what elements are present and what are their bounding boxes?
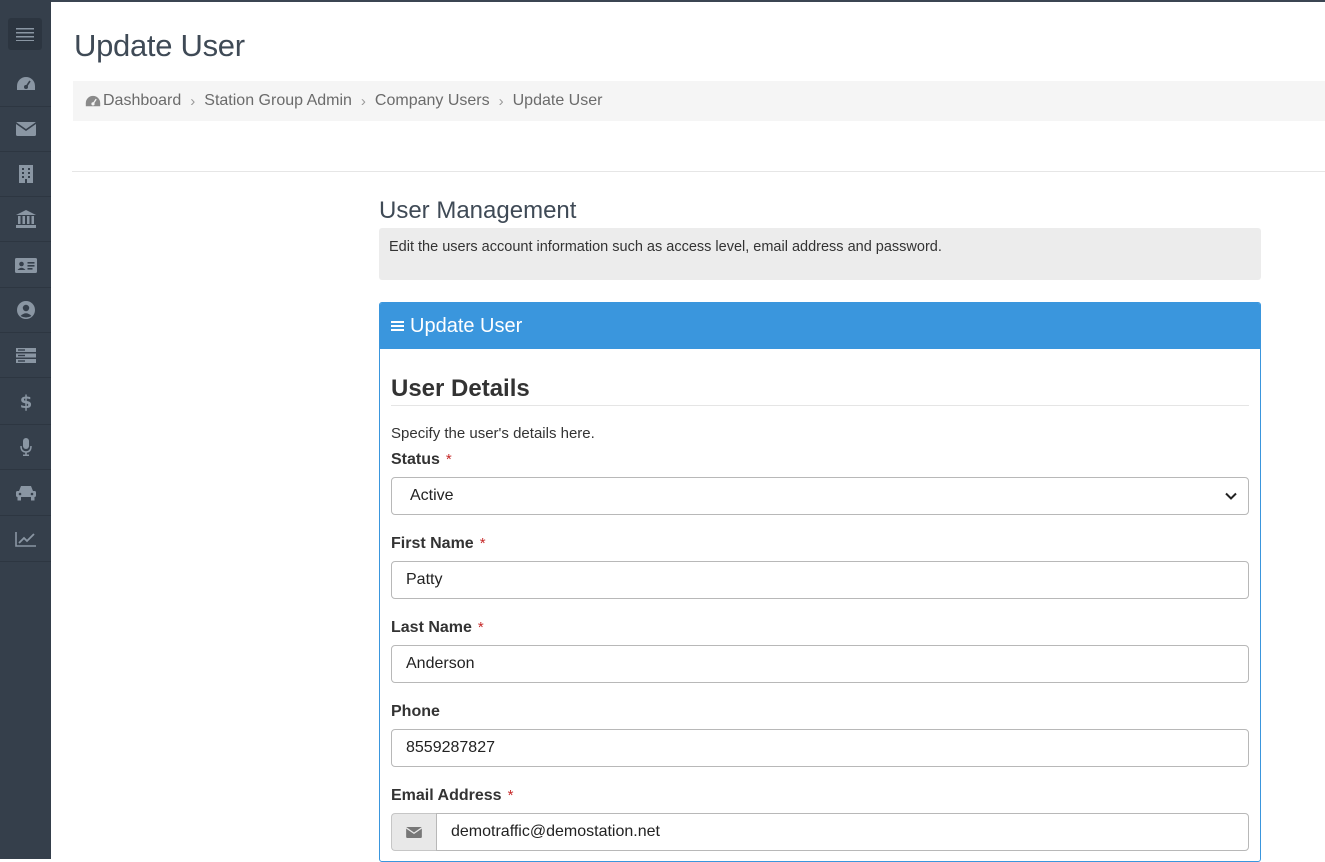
- last-name-value: Anderson: [406, 655, 475, 672]
- status-select[interactable]: Active: [391, 477, 1249, 515]
- breadcrumb-separator: ›: [498, 92, 504, 110]
- sidebar-item-users[interactable]: [0, 288, 51, 333]
- car-icon: [15, 486, 36, 501]
- breadcrumb-label: Dashboard: [103, 92, 182, 109]
- server-icon: [15, 347, 36, 363]
- first-name-label: First Name *: [391, 535, 486, 553]
- breadcrumb-separator: ›: [360, 92, 366, 110]
- tachometer-icon: [85, 95, 101, 106]
- sidebar-item-contacts[interactable]: [0, 243, 51, 288]
- email-addon: [391, 813, 436, 851]
- status-label: Status *: [391, 451, 452, 469]
- phone-label: Phone: [391, 703, 440, 721]
- envelope-icon: [15, 122, 36, 136]
- status-select-value: Active: [410, 487, 454, 504]
- svg-text:$: $: [20, 392, 32, 412]
- breadcrumb-dashboard[interactable]: Dashboard: [85, 92, 181, 110]
- status-label-text: Status: [391, 451, 440, 468]
- sidebar-item-mail[interactable]: [0, 107, 51, 152]
- email-value: demotraffic@demostation.net: [451, 823, 660, 840]
- sidebar-item-billing[interactable]: $: [0, 380, 51, 425]
- bank-icon: [15, 210, 36, 228]
- first-name-input[interactable]: Patty: [391, 561, 1249, 599]
- helper-text: Specify the user's details here.: [391, 425, 595, 442]
- panel-title: Update User: [410, 314, 523, 337]
- building-icon: [18, 165, 33, 183]
- panel-header: Update User: [380, 303, 1260, 349]
- first-name-value: Patty: [406, 571, 443, 588]
- bars-icon: [391, 321, 404, 331]
- update-user-panel: Update User User Details Specify the use…: [379, 302, 1261, 862]
- details-divider: [391, 405, 1249, 406]
- phone-value: 8559287827: [406, 739, 495, 756]
- sidebar-item-bank[interactable]: [0, 197, 51, 242]
- required-mark: *: [479, 535, 486, 552]
- email-input-group: demotraffic@demostation.net: [391, 813, 1249, 851]
- phone-label-text: Phone: [391, 703, 440, 720]
- section-description: Edit the users account information such …: [379, 228, 1261, 280]
- sidebar-item-building[interactable]: [0, 152, 51, 197]
- sidebar-item-reports[interactable]: [0, 517, 51, 562]
- email-label: Email Address *: [391, 787, 513, 805]
- microphone-icon: [19, 438, 32, 456]
- id-card-icon: [14, 257, 37, 273]
- breadcrumb-company-users[interactable]: Company Users: [375, 92, 490, 110]
- email-input[interactable]: demotraffic@demostation.net: [436, 813, 1249, 851]
- main-content: Update User Dashboard › Station Group Ad…: [51, 0, 1325, 862]
- breadcrumb-separator: ›: [190, 92, 196, 110]
- breadcrumb-station-group-admin[interactable]: Station Group Admin: [204, 92, 352, 110]
- divider: [72, 171, 1325, 172]
- required-mark: *: [507, 787, 514, 804]
- sidebar-item-vehicles[interactable]: [0, 471, 51, 516]
- user-circle-icon: [16, 301, 35, 319]
- last-name-label: Last Name *: [391, 619, 484, 637]
- sidebar-toggle-button[interactable]: [8, 18, 42, 50]
- phone-input[interactable]: 8559287827: [391, 729, 1249, 767]
- email-label-text: Email Address: [391, 787, 502, 804]
- hamburger-menu-icon: [16, 28, 34, 41]
- chevron-down-icon: [1225, 492, 1237, 500]
- dashboard-icon: [16, 77, 35, 90]
- last-name-input[interactable]: Anderson: [391, 645, 1249, 683]
- page-title: Update User: [74, 28, 245, 63]
- section-title: User Management: [379, 197, 577, 224]
- line-chart-icon: [14, 532, 36, 547]
- sidebar-item-audio[interactable]: [0, 425, 51, 470]
- envelope-icon: [406, 826, 422, 838]
- required-mark: *: [445, 451, 452, 468]
- first-name-label-text: First Name: [391, 535, 474, 552]
- dollar-icon: $: [20, 392, 32, 412]
- breadcrumb: Dashboard › Station Group Admin › Compan…: [73, 81, 1325, 121]
- sidebar: $: [0, 0, 51, 859]
- sidebar-item-dashboard[interactable]: [0, 62, 51, 107]
- breadcrumb-current: Update User: [512, 92, 603, 109]
- details-title: User Details: [391, 375, 530, 402]
- sidebar-item-servers[interactable]: [0, 333, 51, 378]
- last-name-label-text: Last Name: [391, 619, 472, 636]
- required-mark: *: [477, 619, 484, 636]
